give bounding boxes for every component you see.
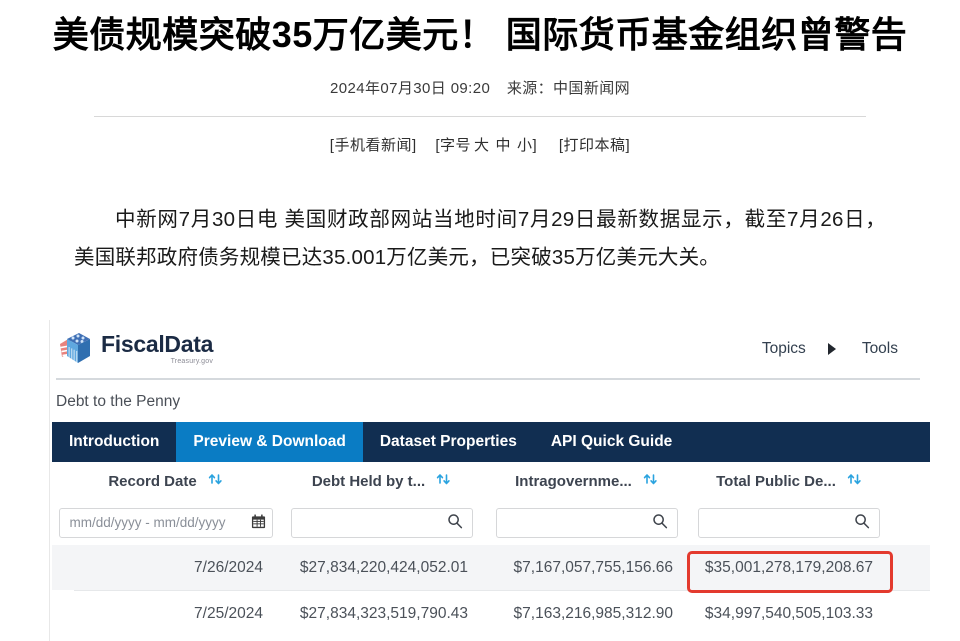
fiscaldata-embedded-screenshot: FiscalData Treasury.gov Topics Tools Deb… [30, 320, 930, 641]
table-filter-row: mm/dd/yyyy - mm/dd/yyyy [52, 500, 930, 545]
screenshot-left-margin [30, 320, 50, 641]
column-header-debt-held-by-public-label: Debt Held by t... [312, 473, 425, 490]
calendar-icon[interactable] [251, 514, 266, 532]
sort-icon[interactable] [643, 472, 658, 491]
font-size-label: [字号 [435, 137, 471, 154]
fiscaldata-main-nav: Topics Tools [762, 340, 908, 358]
filter-cell-total-public-debt [689, 508, 889, 538]
sort-icon[interactable] [208, 472, 223, 491]
dataset-tabs: Introduction Preview & Download Dataset … [52, 422, 930, 462]
tab-dataset-properties[interactable]: Dataset Properties [363, 422, 534, 462]
sort-icon[interactable] [436, 472, 451, 491]
font-size-medium[interactable]: 中 [496, 137, 512, 154]
cell-record-date: 7/26/2024 [52, 559, 279, 577]
column-header-intragovernmental[interactable]: Intragovernme... [484, 472, 689, 491]
fiscaldata-name: FiscalData [101, 333, 213, 356]
table-header-row: Record Date Debt Held by t... [52, 462, 930, 500]
nav-topics-label: Topics [762, 340, 806, 358]
mobile-news-link[interactable]: [手机看新闻] [330, 137, 417, 154]
filter-cell-intragovernmental [484, 508, 689, 538]
cell-debt-held-by-public: $27,834,323,519,790.43 [279, 605, 484, 623]
column-header-record-date[interactable]: Record Date [52, 472, 279, 491]
article-source: 来源：中国新闻网 [507, 80, 630, 97]
table-row[interactable]: 7/25/2024 $27,834,323,519,790.43 $7,163,… [52, 591, 930, 636]
cell-total-public-debt-value: $35,001,278,179,208.67 [705, 559, 873, 576]
fiscaldata-logo[interactable]: FiscalData Treasury.gov [56, 330, 213, 368]
cell-debt-held-by-public: $27,834,220,424,052.01 [279, 559, 484, 577]
tab-introduction[interactable]: Introduction [52, 422, 176, 462]
article-body-paragraph: 中新网7月30日电 美国财政部网站当地时间7月29日最新数据显示，截至7月26日… [74, 201, 886, 276]
search-icon[interactable] [854, 513, 870, 532]
cell-record-date: 7/25/2024 [52, 605, 279, 623]
cell-total-public-debt: $34,997,540,505,103.33 [689, 605, 889, 623]
tab-preview-download[interactable]: Preview & Download [176, 422, 362, 462]
cell-intragovernmental: $7,167,057,755,156.66 [484, 559, 689, 577]
column-header-debt-held-by-public[interactable]: Debt Held by t... [279, 472, 484, 491]
debt-to-the-penny-table: Record Date Debt Held by t... [52, 462, 930, 636]
sort-icon[interactable] [847, 472, 862, 491]
fiscaldata-topbar: FiscalData Treasury.gov Topics Tools [30, 320, 930, 378]
column-header-total-public-debt-label: Total Public De... [716, 473, 836, 490]
date-range-input[interactable]: mm/dd/yyyy - mm/dd/yyyy [59, 508, 273, 538]
search-input-total-public-debt[interactable] [698, 508, 880, 538]
cell-intragovernmental: $7,163,216,985,312.90 [484, 605, 689, 623]
column-header-record-date-label: Record Date [108, 473, 196, 490]
font-size-group: [字号大中小] [435, 137, 545, 154]
chevron-right-icon [828, 343, 836, 355]
fiscaldata-subtitle: Treasury.gov [101, 358, 213, 365]
fiscaldata-wordmark: FiscalData Treasury.gov [101, 333, 213, 365]
nav-item-tools[interactable]: Tools [862, 340, 898, 358]
search-icon[interactable] [652, 513, 668, 532]
header-divider [94, 116, 866, 117]
breadcrumb: Debt to the Penny [30, 380, 930, 422]
filter-cell-record-date: mm/dd/yyyy - mm/dd/yyyy [52, 508, 279, 538]
fiscaldata-cube-icon [56, 330, 94, 368]
article-toolbar: [手机看新闻] [字号大中小] [打印本稿] [34, 134, 926, 155]
publish-datetime: 2024年07月30日 09:20 [330, 80, 490, 97]
tab-api-quick-guide[interactable]: API Quick Guide [534, 422, 689, 462]
article-meta: 2024年07月30日 09:20 来源：中国新闻网 [34, 77, 926, 98]
font-size-large[interactable]: 大 [474, 137, 490, 154]
search-input-debt-held-by-public[interactable] [291, 508, 473, 538]
nav-item-topics[interactable]: Topics [762, 340, 836, 358]
article-header: 美债规模突破35万亿美元！ 国际货币基金组织曾警告 2024年07月30日 09… [0, 0, 960, 155]
column-header-intragovernmental-label: Intragovernme... [515, 473, 632, 490]
table-row[interactable]: 7/26/2024 $27,834,220,424,052.01 $7,167,… [52, 545, 930, 590]
page-title: 美债规模突破35万亿美元！ 国际货币基金组织曾警告 [34, 0, 926, 56]
column-header-total-public-debt[interactable]: Total Public De... [689, 472, 889, 491]
search-icon[interactable] [447, 513, 463, 532]
cell-total-public-debt: $35,001,278,179,208.67 [689, 559, 889, 577]
filter-cell-debt-held-by-public [279, 508, 484, 538]
search-input-intragovernmental[interactable] [496, 508, 678, 538]
date-range-placeholder: mm/dd/yyyy - mm/dd/yyyy [70, 515, 226, 530]
font-size-small[interactable]: 小] [517, 137, 537, 154]
print-article-link[interactable]: [打印本稿] [559, 137, 630, 154]
